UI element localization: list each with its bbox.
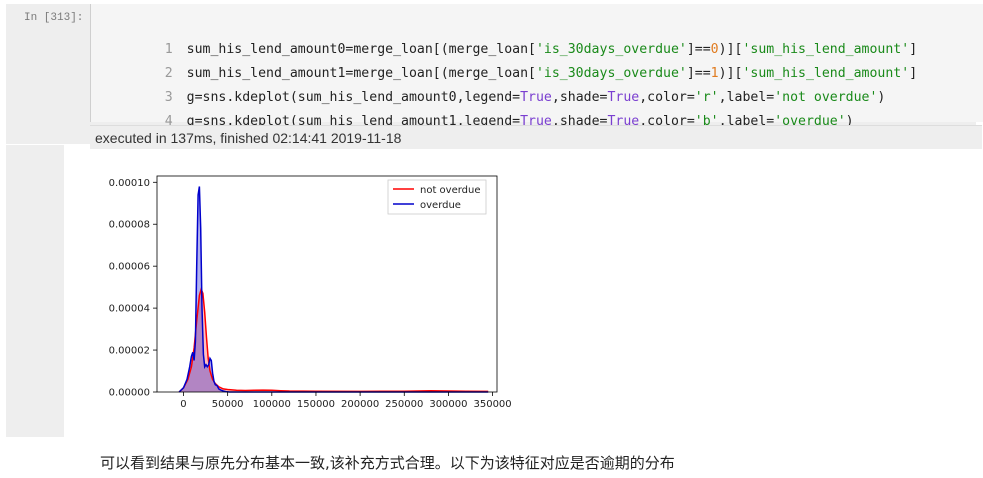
execution-info: executed in 137ms, finished 02:14:41 201… [95, 130, 402, 146]
code-line: 4 g=sns.kdeplot(sum_his_lend_amount1,lege… [91, 86, 854, 129]
y-tick-label: 0.00004 [109, 304, 150, 315]
y-tick-label: 0.00008 [109, 220, 150, 231]
y-tick-label: 0.00000 [109, 388, 150, 399]
kde-line-overdue [178, 186, 489, 393]
code-editor[interactable]: 1 sum_his_lend_amount0=merge_loan[(merge_… [90, 4, 983, 129]
x-tick-label: 150000 [297, 399, 335, 410]
chart-legend: not overdue overdue [387, 179, 487, 215]
code-line: 1 sum_his_lend_amount0=merge_loan[(merge_… [91, 14, 917, 57]
x-tick-label: 250000 [385, 399, 423, 410]
y-tick-label: 0.00006 [109, 262, 150, 273]
x-tick-label: 50000 [212, 399, 244, 410]
code-line: 3 g=sns.kdeplot(sum_his_lend_amount0,lege… [91, 62, 886, 105]
kde-line-not-overdue [178, 286, 489, 393]
x-tick-label: 0 [180, 399, 186, 410]
legend-label-not-overdue: not overdue [420, 185, 481, 196]
kde-area-overdue [179, 186, 489, 392]
output-prompt-area [6, 145, 64, 437]
input-prompt: In [313]: [24, 12, 84, 24]
x-tick-label: 100000 [253, 399, 291, 410]
markdown-caption: 可以看到结果与原先分布基本一致,该补充方式合理。以下为该特征对应是否逾期的分布 [100, 454, 675, 472]
y-tick-label: 0.00010 [109, 178, 150, 189]
code-cell[interactable]: In [313]: 1 sum_his_lend_amount0=merge_lo… [6, 4, 983, 149]
kde-plot: 0.00000 0.00002 0.00004 0.00006 0.00008 0.000… [109, 175, 512, 410]
legend-label-overdue: overdue [420, 200, 461, 211]
y-tick-label: 0.00002 [109, 346, 150, 357]
x-tick-label: 200000 [341, 399, 379, 410]
x-tick-label: 350000 [473, 399, 511, 410]
x-tick-label: 300000 [429, 399, 467, 410]
kde-area-not-overdue [179, 289, 489, 392]
code-line: 2 sum_his_lend_amount1=merge_loan[(merge_… [91, 38, 917, 81]
